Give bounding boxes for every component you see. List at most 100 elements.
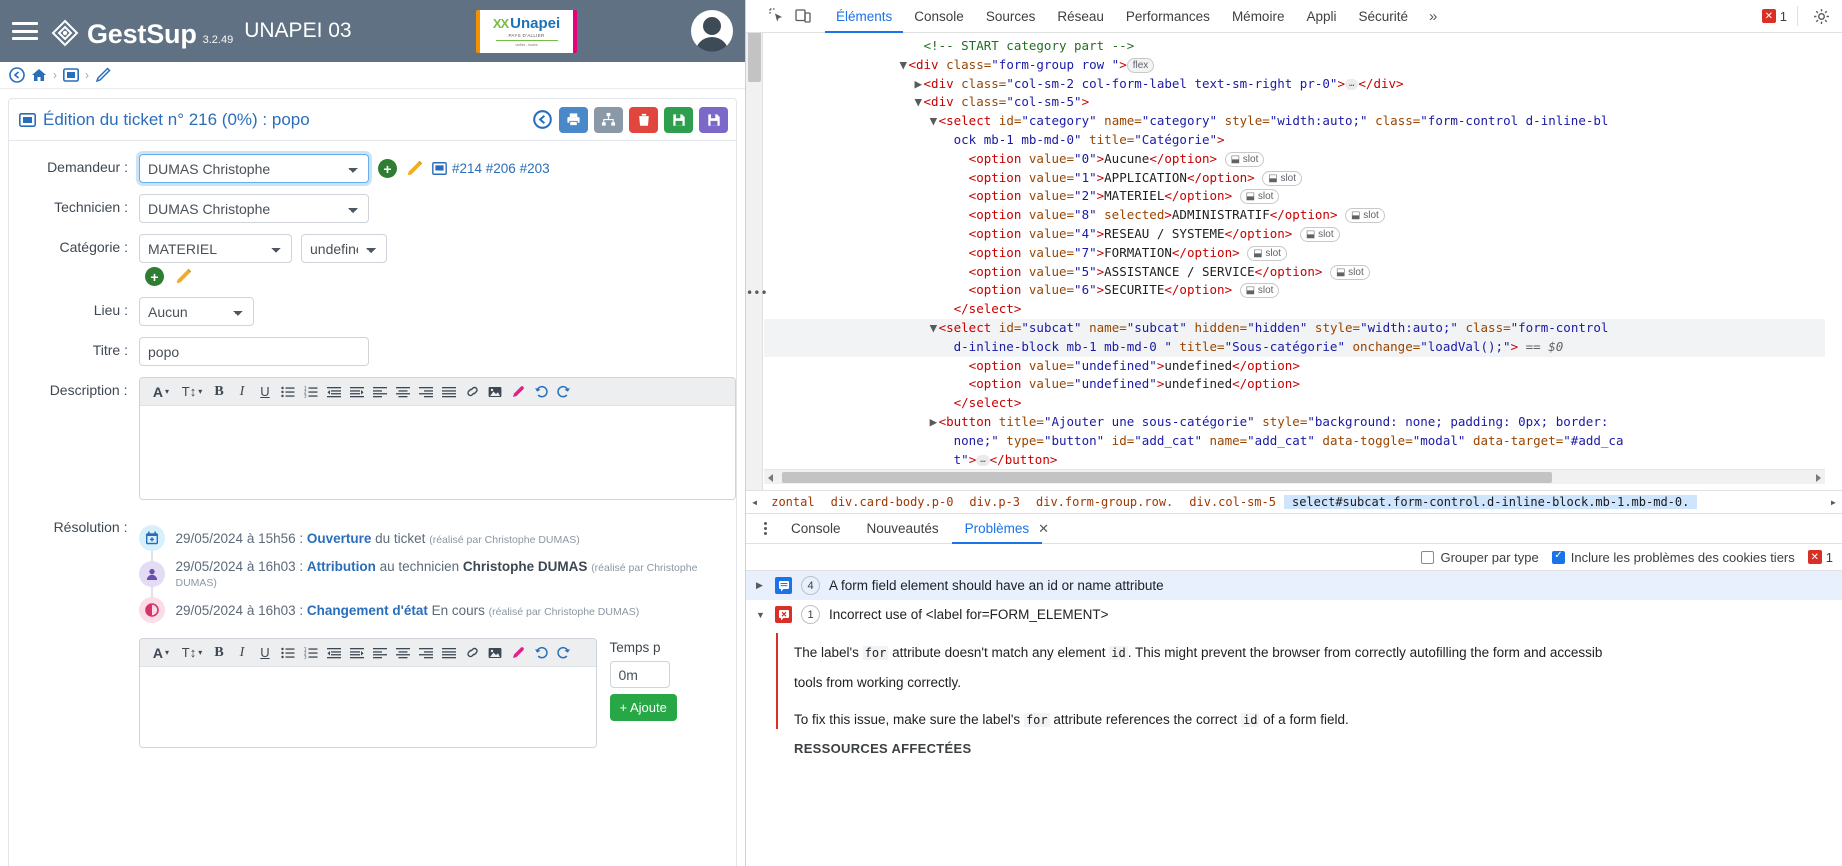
underline-icon[interactable]: U <box>254 381 277 403</box>
align-center-icon[interactable] <box>392 381 415 403</box>
related-tickets[interactable]: #214 #206 #203 <box>432 161 550 176</box>
dom-line[interactable]: <option value="5">ASSISTANCE / SERVICE</… <box>764 263 1825 282</box>
expand-ellipsis[interactable]: … <box>976 454 990 466</box>
add-button[interactable]: + Ajoute <box>609 694 677 721</box>
dom-line[interactable]: t">… </button> <box>764 451 1825 469</box>
crumb-scroll-left-icon[interactable]: ◂ <box>746 495 763 509</box>
undo-icon[interactable] <box>530 381 553 403</box>
device-toolbar-icon[interactable] <box>790 3 816 29</box>
dom-line[interactable]: ▼<div class="form-group row "> flex <box>764 56 1825 75</box>
disclosure-triangle-icon[interactable]: ▼ <box>930 319 939 338</box>
hierarchy-button[interactable] <box>594 106 623 133</box>
dom-tree[interactable]: <!-- START category part --> ▼<div class… <box>764 33 1825 469</box>
tab-console[interactable]: Console <box>903 0 975 33</box>
disclosure-triangle-icon[interactable] <box>915 37 924 56</box>
redo-icon[interactable] <box>553 381 576 403</box>
add-demandeur-button[interactable]: + <box>378 159 397 178</box>
font-color-icon[interactable]: A ▾ <box>146 381 177 403</box>
slot-badge[interactable]: ⬓ slot <box>1299 226 1340 242</box>
ticket-icon[interactable] <box>63 68 79 82</box>
disclosure-triangle-icon[interactable] <box>960 150 969 169</box>
page-scrollbar[interactable] <box>746 0 763 490</box>
save-close-button[interactable] <box>699 106 728 133</box>
disclosure-triangle-icon[interactable] <box>960 281 969 300</box>
bullet-list-icon[interactable] <box>277 642 300 664</box>
back-arrow-icon[interactable] <box>9 67 25 83</box>
disclosure-triangle-icon[interactable] <box>960 357 969 376</box>
tab-sources[interactable]: Sources <box>975 0 1047 33</box>
dom-line[interactable]: <option value="1">APPLICATION</option> ⬓… <box>764 169 1825 188</box>
disclosure-triangle-icon[interactable]: ▼ <box>915 93 924 112</box>
undo-icon[interactable] <box>530 642 553 664</box>
dom-line[interactable]: ▶<div class="col-sm-2 col-form-label tex… <box>764 75 1825 94</box>
indent-icon[interactable] <box>346 642 369 664</box>
collapse-arrow-icon[interactable]: ▼ <box>756 610 766 620</box>
color-picker-icon[interactable] <box>507 381 530 403</box>
edit-demandeur-icon[interactable] <box>406 160 423 177</box>
dom-line[interactable]: ▼<select id="category" name="category" s… <box>764 112 1825 131</box>
drawer-tab-issues[interactable]: Problèmes <box>952 514 1043 544</box>
dom-line[interactable]: <option value="6">SECURITE</option> ⬓ sl… <box>764 281 1825 300</box>
issues-error-badge[interactable]: ✕ 1 <box>1807 550 1833 565</box>
timeline-action[interactable]: Changement d'état <box>307 603 428 618</box>
font-size-icon[interactable]: T↕ ▾ <box>177 642 208 664</box>
slot-badge[interactable]: ⬓ slot <box>1224 151 1265 167</box>
tab-elements[interactable]: Éléments <box>825 0 903 33</box>
bold-icon[interactable]: B <box>208 642 231 664</box>
disclosure-triangle-icon[interactable] <box>945 394 954 413</box>
image-icon[interactable] <box>484 381 507 403</box>
slot-badge[interactable]: ⬓ slot <box>1239 189 1280 205</box>
related-ticket-ids[interactable]: #214 #206 #203 <box>452 161 550 176</box>
dom-line[interactable]: <option value="undefined">undefined</opt… <box>764 357 1825 376</box>
outdent-icon[interactable] <box>323 381 346 403</box>
dom-line[interactable]: ▼<div class="col-sm-5"> <box>764 93 1825 112</box>
numbered-list-icon[interactable]: 123 <box>300 381 323 403</box>
align-right-icon[interactable] <box>415 642 438 664</box>
dom-line[interactable]: ▶<button title="Ajouter une sous-catégor… <box>764 413 1825 432</box>
issue-row[interactable]: ▶ 4 A form field element should have an … <box>746 571 1842 600</box>
drawer-menu-icon[interactable] <box>752 522 778 535</box>
scroll-left-arrow-icon[interactable] <box>768 474 773 482</box>
slot-badge[interactable]: ⬓ slot <box>1239 283 1280 299</box>
resolution-editor-body[interactable] <box>139 667 596 747</box>
issue-row[interactable]: ▼ 1 Incorrect use of <label for=FORM_ELE… <box>746 600 1842 629</box>
dom-line[interactable]: <option value="7">FORMATION</option> ⬓ s… <box>764 244 1825 263</box>
tab-performance[interactable]: Performances <box>1115 0 1221 33</box>
expand-ellipsis[interactable]: … <box>1344 78 1359 90</box>
bullet-list-icon[interactable] <box>277 381 300 403</box>
font-color-icon[interactable]: A ▾ <box>146 642 177 664</box>
dom-breadcrumb-item[interactable]: div.form-group.row. <box>1028 495 1181 509</box>
dom-breadcrumb-item[interactable]: div.p-3 <box>961 495 1028 509</box>
pencil-icon[interactable] <box>95 67 111 83</box>
disclosure-triangle-icon[interactable] <box>960 225 969 244</box>
dom-line[interactable]: <option value="2">MATERIEL</option> ⬓ sl… <box>764 187 1825 206</box>
crumb-scroll-right-icon[interactable]: ▸ <box>1825 495 1842 509</box>
inspect-element-icon[interactable] <box>764 3 790 29</box>
delete-button[interactable] <box>629 106 658 133</box>
disclosure-triangle-icon[interactable] <box>960 206 969 225</box>
technicien-select[interactable]: DUMAS Christophe <box>139 194 369 223</box>
timeline-action[interactable]: Ouverture <box>307 531 372 546</box>
tab-application[interactable]: Appli <box>1295 0 1347 33</box>
tab-security[interactable]: Sécurité <box>1347 0 1419 33</box>
temps-passe-input[interactable] <box>609 661 670 688</box>
dom-breadcrumb-item[interactable]: select#subcat.form-control.d-inline-bloc… <box>1283 495 1698 509</box>
indent-icon[interactable] <box>346 381 369 403</box>
dom-horizontal-scrollbar[interactable] <box>764 469 1825 484</box>
dom-line[interactable]: none;" type="button" id="add_cat" name="… <box>764 432 1825 451</box>
add-categorie-button[interactable]: + <box>145 267 164 286</box>
include-third-party-cookies-checkbox[interactable]: Inclure les problèmes des cookies tiers <box>1551 550 1795 565</box>
disclosure-triangle-icon[interactable] <box>945 131 954 150</box>
slot-badge[interactable]: ⬓ slot <box>1345 208 1385 224</box>
dom-line[interactable]: d-inline-block mb-1 mb-md-0 " title="Sou… <box>764 337 1825 357</box>
gear-icon[interactable] <box>1808 3 1834 29</box>
edit-categorie-icon[interactable] <box>175 268 192 285</box>
dom-breadcrumb-item[interactable]: div.card-body.p-0 <box>823 495 962 509</box>
save-button[interactable] <box>664 106 693 133</box>
group-by-type-checkbox[interactable]: Grouper par type <box>1421 550 1539 565</box>
slot-badge[interactable]: ⬓ slot <box>1247 245 1287 261</box>
link-icon[interactable] <box>461 381 484 403</box>
align-justify-icon[interactable] <box>438 642 461 664</box>
titre-input[interactable] <box>139 337 369 366</box>
color-picker-icon[interactable] <box>507 642 530 664</box>
